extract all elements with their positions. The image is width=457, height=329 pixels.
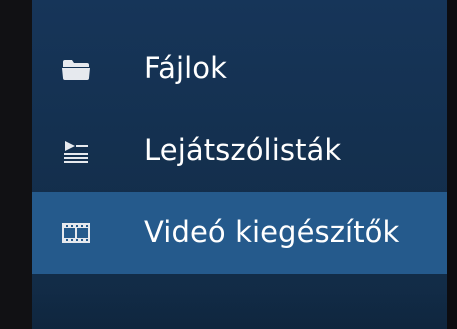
menu-item-label: Videó kiegészítők	[144, 214, 400, 249]
menu-item-label: Lejátszólisták	[144, 132, 342, 167]
menu-item-video-addons[interactable]: Videó kiegészítők	[32, 192, 447, 274]
film-icon	[61, 220, 91, 246]
menu-item-files[interactable]: Fájlok	[32, 28, 447, 110]
bottom-shade	[32, 289, 447, 329]
playlist-icon	[61, 138, 91, 164]
side-menu-panel: Fájlok Lejátszólisták Videó kiegészítők	[32, 0, 447, 329]
folder-icon	[61, 56, 91, 82]
left-edge	[0, 0, 32, 329]
side-menu: Fájlok Lejátszólisták Videó kiegészítők	[32, 28, 447, 274]
menu-item-label: Fájlok	[144, 50, 228, 85]
menu-item-playlists[interactable]: Lejátszólisták	[32, 110, 447, 192]
screen: Fájlok Lejátszólisták Videó kiegészítők	[0, 0, 457, 329]
